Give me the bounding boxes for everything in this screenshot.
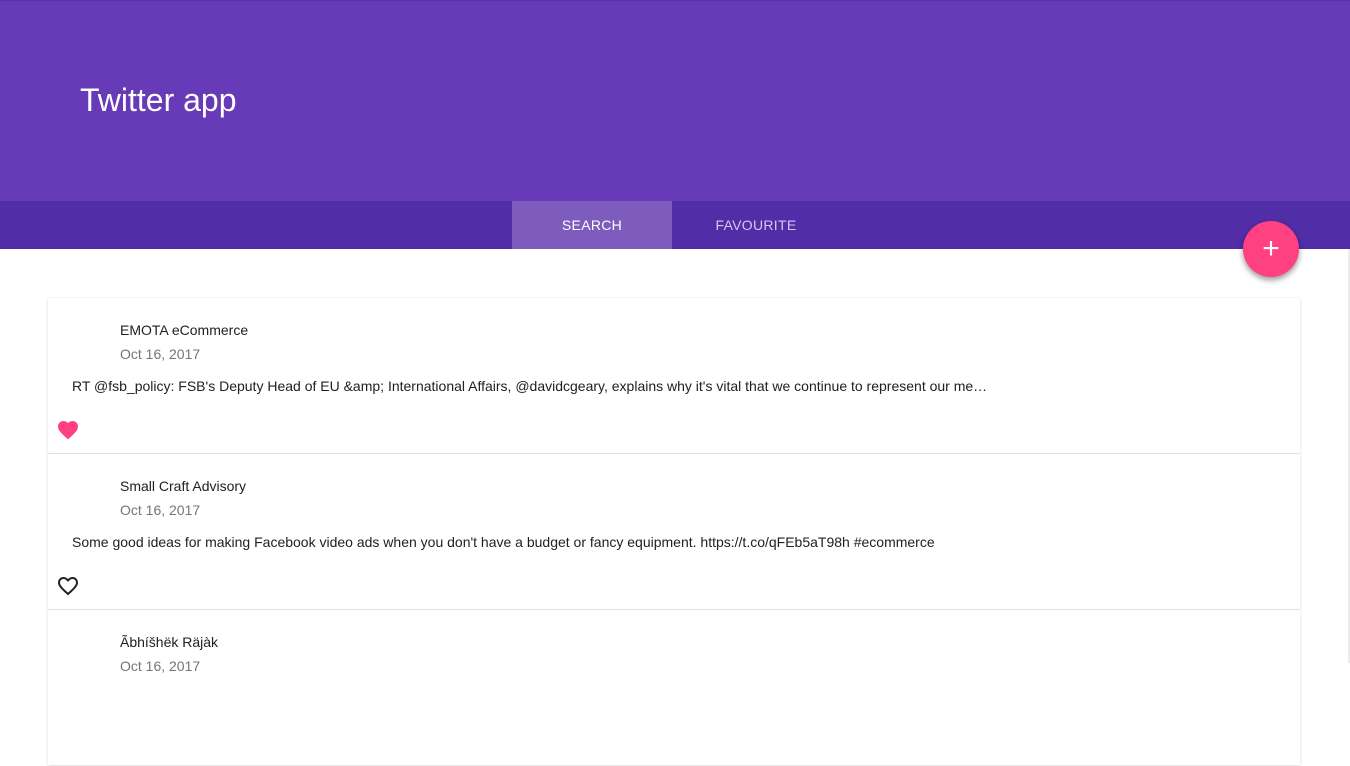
tweet-card: Ãbhíšhëk Räjàk Oct 16, 2017 [48, 610, 1300, 765]
add-icon: + [1262, 232, 1280, 265]
tab-bar: SEARCH FAVOURITE [0, 201, 1350, 249]
app-bar: Twitter app [0, 0, 1350, 201]
tweet-list: EMOTA eCommerce Oct 16, 2017 RT @fsb_pol… [48, 298, 1300, 766]
tweet-text: RT @fsb_policy: FSB's Deputy Head of EU … [72, 378, 988, 394]
tweet-author: Ãbhíšhëk Räjàk [120, 634, 219, 650]
tweet-text: Some good ideas for making Facebook vide… [72, 534, 935, 550]
tweet-author: Small Craft Advisory [120, 478, 247, 494]
heart-filled-icon[interactable] [56, 418, 80, 442]
tab-search[interactable]: SEARCH [512, 201, 672, 249]
tab-favourite[interactable]: FAVOURITE [676, 201, 836, 249]
tweet-card: EMOTA eCommerce Oct 16, 2017 RT @fsb_pol… [48, 298, 1300, 453]
tweet-date: Oct 16, 2017 [120, 658, 201, 674]
tweet-card: Small Craft Advisory Oct 16, 2017 Some g… [48, 454, 1300, 609]
heart-outline-icon[interactable] [56, 574, 80, 598]
app-title: Twitter app [80, 82, 237, 118]
tweet-date: Oct 16, 2017 [120, 346, 201, 362]
add-button[interactable]: + [1243, 221, 1299, 277]
tweet-date: Oct 16, 2017 [120, 502, 201, 518]
tweet-author: EMOTA eCommerce [120, 322, 249, 338]
